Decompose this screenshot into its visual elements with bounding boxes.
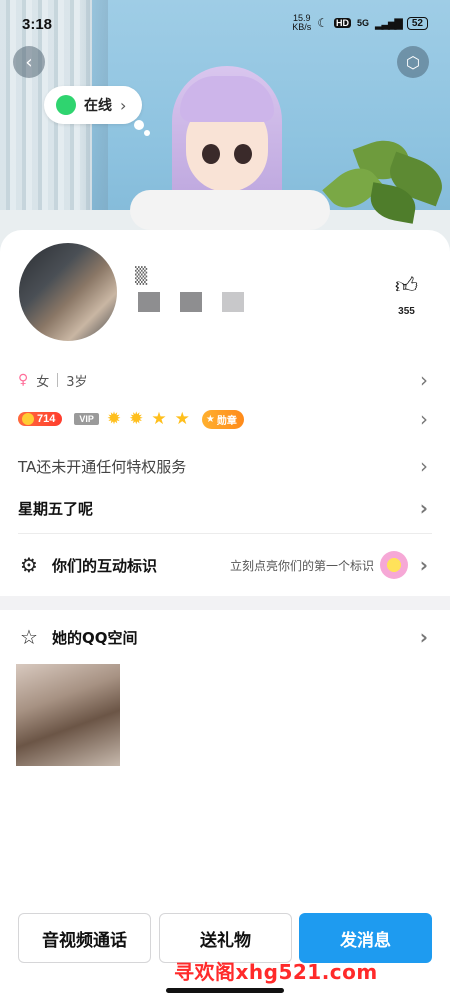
- flower-icon: [380, 551, 408, 579]
- gender-label: 女: [36, 374, 50, 390]
- video-call-button[interactable]: 音视频通话: [18, 913, 151, 963]
- like-button[interactable]: 👍︎ 355: [395, 272, 418, 318]
- medal-badge: ★ 勋章: [201, 409, 244, 429]
- battery-icon: 52: [406, 16, 428, 30]
- profile-card: ▒ 👍︎ 355 ♀ 女 3岁 › 714 VIP ✹ ✹ ★ ★ ★ 勋章 ›…: [0, 230, 450, 1000]
- sun-icon: ✹: [129, 408, 144, 429]
- chevron-right-icon: ›: [120, 95, 127, 115]
- qzone-photo-thumbnail[interactable]: [16, 664, 120, 766]
- net-speed: 15.9 KB/s: [292, 13, 312, 32]
- star-icon: ★: [205, 413, 215, 425]
- signal-label: 5G: [357, 18, 370, 28]
- chevron-left-icon: ‹: [25, 51, 33, 73]
- plant-decoration: [318, 130, 449, 240]
- gear-icon: ⚙: [20, 553, 38, 577]
- hd-icon: HD: [334, 18, 352, 28]
- chevron-right-icon: ›: [420, 454, 428, 478]
- chevron-right-icon: ›: [419, 625, 428, 649]
- female-icon: ♀: [18, 372, 29, 388]
- more-button[interactable]: ⬡: [397, 46, 429, 78]
- online-status-label: 在线: [84, 98, 112, 114]
- like-count: 355: [398, 306, 415, 317]
- chevron-right-icon: ›: [420, 407, 428, 431]
- home-indicator[interactable]: [166, 988, 284, 993]
- online-dot-icon: [56, 95, 76, 115]
- signature-row[interactable]: 星期五了呢 ›: [0, 492, 450, 524]
- moon-icon: ☾: [317, 16, 329, 30]
- status-bar: 3:18 15.9 KB/s ☾ HD 5G ▂▃▅▇ 52: [0, 0, 450, 44]
- interaction-title: 你们的互动标识: [52, 556, 158, 575]
- privilege-text: TA还未开通任何特权服务: [18, 457, 187, 476]
- chevron-right-icon: ›: [419, 553, 428, 577]
- interaction-hint: 立刻点亮你们的第一个标识: [229, 558, 374, 573]
- thumbs-up-icon: 👍︎: [395, 274, 418, 299]
- chevron-right-icon: ›: [419, 496, 428, 520]
- back-button[interactable]: ‹: [13, 46, 45, 78]
- qzone-row[interactable]: ☆ 她的QQ空间 ›: [0, 620, 450, 654]
- hexagon-icon: ⬡: [406, 52, 420, 72]
- privilege-row[interactable]: TA还未开通任何特权服务 ›: [0, 450, 450, 482]
- online-status-bubble[interactable]: 在线 ›: [44, 86, 142, 124]
- level-badge: 714: [18, 412, 63, 426]
- sun-icon: ✹: [106, 408, 122, 429]
- chevron-right-icon: ›: [420, 368, 428, 392]
- star-icon: ★: [174, 408, 190, 429]
- signal-icon: ▂▃▅▇: [375, 17, 403, 30]
- star-icon: ★: [151, 408, 167, 429]
- status-time: 3:18: [22, 16, 53, 33]
- section-separator: [0, 596, 450, 610]
- qzone-title: 她的QQ空间: [52, 628, 138, 647]
- interaction-row[interactable]: ⚙ 你们的互动标识 立刻点亮你们的第一个标识 ›: [0, 548, 450, 582]
- divider: [18, 533, 432, 534]
- nickname-pixelated: ▒: [135, 266, 244, 312]
- watermark-text: 寻欢阁xhg521.com: [174, 960, 378, 984]
- signature-text: 星期五了呢: [18, 499, 94, 518]
- badges-row[interactable]: 714 VIP ✹ ✹ ★ ★ ★ 勋章 ›: [0, 404, 450, 434]
- age-label: 3岁: [66, 374, 88, 390]
- coin-icon: [22, 413, 34, 425]
- vip-badge: VIP: [74, 413, 99, 425]
- basic-info-row[interactable]: ♀ 女 3岁 ›: [0, 364, 450, 396]
- avatar[interactable]: [16, 240, 120, 344]
- star-outline-icon: ☆: [20, 625, 38, 649]
